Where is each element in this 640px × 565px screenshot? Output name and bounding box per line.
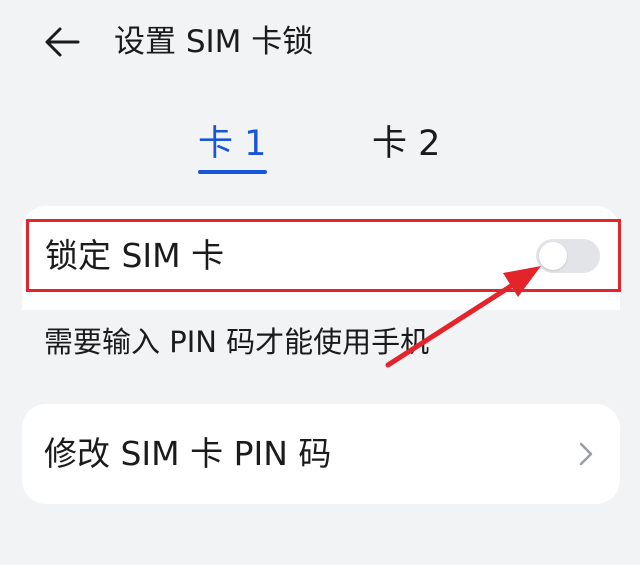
tab-sim-2[interactable]: 卡 2	[372, 120, 440, 180]
arrow-left-icon	[45, 27, 80, 57]
change-pin-label: 修改 SIM 卡 PIN 码	[44, 434, 332, 473]
lock-sim-row[interactable]: 锁定 SIM 卡	[26, 219, 621, 292]
toggle-knob	[539, 242, 567, 270]
chevron-right-icon	[579, 442, 593, 466]
sim-tabs: 卡 1 卡 2	[0, 110, 640, 190]
page-title: 设置 SIM 卡锁	[114, 24, 314, 60]
lock-sim-toggle[interactable]	[536, 239, 600, 273]
tab-indicator	[198, 170, 267, 174]
change-pin-row[interactable]: 修改 SIM 卡 PIN 码	[22, 404, 620, 504]
lock-sim-hint: 需要输入 PIN 码才能使用手机	[44, 325, 430, 359]
back-button[interactable]	[38, 18, 86, 66]
lock-sim-label: 锁定 SIM 卡	[45, 236, 225, 275]
app-bar: 设置 SIM 卡锁	[0, 0, 640, 90]
